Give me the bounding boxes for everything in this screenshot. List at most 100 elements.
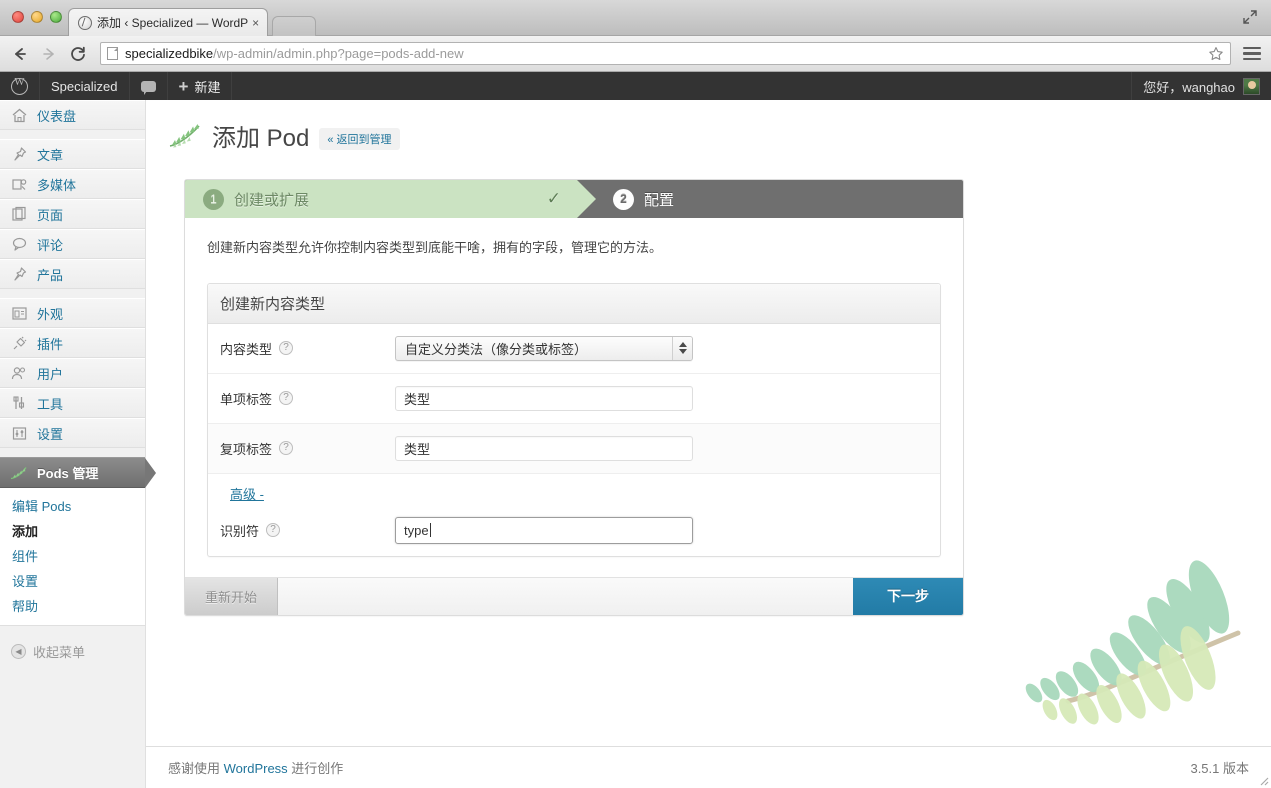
sidebar-item-label: 仪表盘 xyxy=(37,108,77,124)
sidebar-item-pages[interactable]: 页面 xyxy=(0,199,145,229)
field-row-identifier: 识别符 ? type xyxy=(208,505,940,556)
help-icon[interactable]: ? xyxy=(279,441,294,456)
text-caret xyxy=(429,523,431,538)
next-button[interactable]: 下一步 xyxy=(853,577,963,615)
window-controls xyxy=(8,0,68,35)
browser-tab-bar: 添加 ‹ Specialized — WordP × xyxy=(0,0,1271,36)
identifier-input[interactable]: type xyxy=(395,516,693,544)
step-number: 1 xyxy=(203,188,224,210)
sidebar-item-label: 插件 xyxy=(37,336,64,352)
submenu-item-edit-pods[interactable]: 编辑 Pods xyxy=(0,493,145,518)
selected-option: 自定义分类法（像分类或标签） xyxy=(405,341,588,357)
sidebar-item-tools[interactable]: 工具 xyxy=(0,388,145,418)
wizard-panel-body: 创建新内容类型允许你控制内容类型到底能干啥，拥有的字段，管理它的方法。 创建新内… xyxy=(185,218,963,557)
wizard-step-2[interactable]: 2 配置 xyxy=(577,180,963,218)
input-value: 类型 xyxy=(404,391,431,407)
footer-thanks-suffix: 进行创作 xyxy=(287,761,344,776)
favicon-icon xyxy=(78,15,92,30)
pods-leaf-icon xyxy=(168,123,202,149)
close-window-button[interactable] xyxy=(12,11,24,23)
sidebar-item-posts[interactable]: 文章 xyxy=(0,139,145,169)
sidebar-item-comments[interactable]: 评论 xyxy=(0,229,145,259)
sidebar-item-pods[interactable]: Pods 管理 xyxy=(0,457,156,488)
field-label: 内容类型 ? xyxy=(220,339,395,358)
admin-sidebar: 仪表盘 文章 多媒体 页面 评论 产品 外观 插件 用户 工具 设置 Pods … xyxy=(0,100,156,788)
content-type-select[interactable]: 自定义分类法（像分类或标签） xyxy=(395,335,693,361)
submenu-item-settings[interactable]: 设置 xyxy=(0,568,145,593)
tools-icon xyxy=(9,393,29,413)
pods-wizard: 1 创建或扩展 ✓ 2 配置 创建新内容类型允许你控制内容类型到底能干啥，拥有的… xyxy=(184,179,964,616)
maximize-window-button[interactable] xyxy=(50,11,62,23)
wp-logo-menu[interactable] xyxy=(0,72,40,100)
sidebar-item-plugins[interactable]: 插件 xyxy=(0,328,145,358)
step-number: 2 xyxy=(613,188,634,210)
reload-button[interactable] xyxy=(68,44,88,64)
browser-menu-button[interactable] xyxy=(1243,46,1261,61)
plural-label-input[interactable]: 类型 xyxy=(395,435,693,461)
submenu-item-components[interactable]: 组件 xyxy=(0,543,145,568)
fullscreen-icon[interactable] xyxy=(1241,8,1259,26)
sidebar-group-0: 仪表盘 xyxy=(0,100,145,130)
submenu-item-add[interactable]: 添加 xyxy=(0,518,145,543)
input-value: type xyxy=(404,522,429,538)
wordpress-page: Specialized + 新建 您好，wanghao xyxy=(0,72,1271,788)
appearance-icon xyxy=(9,303,29,323)
minimize-window-button[interactable] xyxy=(31,11,43,23)
back-button[interactable] xyxy=(10,44,30,64)
submenu-item-help[interactable]: 帮助 xyxy=(0,593,145,618)
forward-button[interactable] xyxy=(39,44,59,64)
chevron-updown-icon xyxy=(672,336,692,360)
restart-button[interactable]: 重新开始 xyxy=(185,577,279,615)
resize-grip-icon[interactable] xyxy=(1257,774,1269,786)
url-path: /wp-admin/admin.php?page=pods-add-new xyxy=(213,46,464,61)
new-content-menu[interactable]: + 新建 xyxy=(168,72,233,100)
new-tab-button[interactable] xyxy=(272,16,317,36)
sidebar-item-users[interactable]: 用户 xyxy=(0,358,145,388)
wordpress-link[interactable]: WordPress xyxy=(224,761,288,776)
page-header: 添加 Pod « 返回到管理 xyxy=(146,100,1271,153)
pods-submenu: 编辑 Pods 添加 组件 设置 帮助 xyxy=(0,488,145,626)
wizard-footer: 重新开始 下一步 xyxy=(185,576,963,615)
sidebar-item-products[interactable]: 产品 xyxy=(0,259,145,289)
sidebar-item-media[interactable]: 多媒体 xyxy=(0,169,145,199)
sidebar-item-dashboard[interactable]: 仪表盘 xyxy=(0,100,145,130)
site-name-menu[interactable]: Specialized xyxy=(40,72,130,100)
chevron-left-icon: ◀ xyxy=(11,643,26,659)
address-bar[interactable]: specializedbike/wp-admin/admin.php?page=… xyxy=(100,42,1231,65)
comment-bubble-icon xyxy=(140,80,156,95)
sidebar-item-label: 设置 xyxy=(37,426,64,442)
url-host: specializedbike xyxy=(125,46,214,61)
wizard-step-1[interactable]: 1 创建或扩展 ✓ xyxy=(185,180,596,218)
new-content-label: 新建 xyxy=(194,79,221,95)
sidebar-item-label: 多媒体 xyxy=(37,177,77,193)
singular-label-input[interactable]: 类型 xyxy=(395,385,693,411)
browser-tab[interactable]: 添加 ‹ Specialized — WordP × xyxy=(68,8,269,36)
wp-footer: 感谢使用 WordPress 进行创作 3.5.1 版本 xyxy=(146,746,1271,788)
input-value: 类型 xyxy=(404,441,431,457)
account-menu[interactable]: 您好，wanghao xyxy=(1131,72,1271,100)
help-icon[interactable]: ? xyxy=(279,341,294,356)
close-icon[interactable]: × xyxy=(252,16,259,30)
media-icon xyxy=(9,174,29,194)
comments-icon xyxy=(9,234,29,254)
sidebar-item-label: 工具 xyxy=(37,396,64,412)
box-title: 创建新内容类型 xyxy=(208,283,940,324)
pods-leaf-icon xyxy=(9,463,29,483)
avatar xyxy=(1243,77,1260,95)
comments-menu[interactable] xyxy=(130,72,168,100)
collapse-menu-button[interactable]: ◀ 收起菜单 xyxy=(0,636,145,666)
bookmark-star-icon[interactable] xyxy=(1208,46,1224,62)
advanced-toggle-link[interactable]: 高级 - xyxy=(208,474,940,505)
sidebar-item-settings[interactable]: 设置 xyxy=(0,418,145,448)
browser-toolbar: specializedbike/wp-admin/admin.php?page=… xyxy=(0,36,1271,72)
help-icon[interactable]: ? xyxy=(279,391,294,406)
sidebar-separator xyxy=(0,289,145,298)
back-to-manage-link[interactable]: « 返回到管理 xyxy=(319,127,400,150)
help-icon[interactable]: ? xyxy=(266,523,281,538)
page-title: 添加 Pod xyxy=(212,125,310,152)
pin-icon xyxy=(9,144,29,164)
sidebar-separator xyxy=(0,130,145,139)
sidebar-group-2: 外观 插件 用户 工具 设置 xyxy=(0,298,145,448)
wp-version-label: 3.5.1 版本 xyxy=(1190,761,1249,776)
sidebar-item-appearance[interactable]: 外观 xyxy=(0,298,145,328)
